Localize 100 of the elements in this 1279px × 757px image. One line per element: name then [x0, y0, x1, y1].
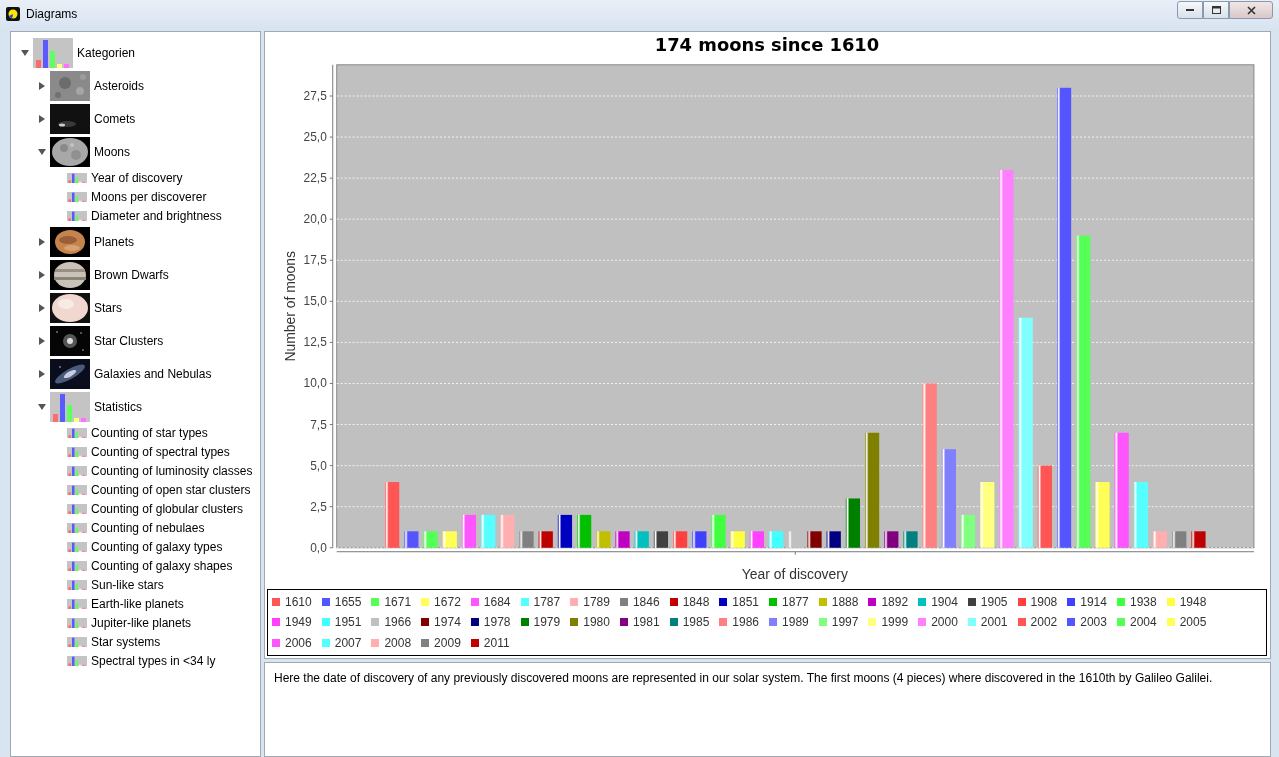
legend-label: 1888	[831, 594, 859, 609]
expand-arrow-icon[interactable]	[38, 81, 46, 90]
tree-item[interactable]: Counting of nebulaes	[91, 520, 205, 535]
tree-item[interactable]: Counting of star types	[91, 425, 208, 440]
tree-item[interactable]: Star systems	[91, 634, 161, 649]
y-tick-label: 22,5	[303, 171, 327, 186]
legend-label: 1949	[285, 615, 312, 630]
tree-item[interactable]: Counting of globular clusters	[91, 501, 244, 516]
tree-item[interactable]: Stars	[94, 300, 122, 315]
tree-item[interactable]: Diameter and brightness	[91, 208, 222, 223]
legend-label: 1986	[732, 615, 760, 630]
legend-label: 1948	[1179, 594, 1207, 609]
bar-chart-icon	[67, 465, 87, 476]
app-icon	[6, 7, 20, 21]
tree-item[interactable]: Earth-like planets	[91, 596, 184, 611]
tree-item[interactable]: Statistics	[94, 399, 142, 414]
bar-chart-icon	[67, 172, 87, 183]
bar	[807, 531, 822, 548]
legend-label: 1997	[831, 615, 859, 630]
tree-item[interactable]: Star Clusters	[94, 333, 164, 348]
legend-label: 2005	[1179, 615, 1207, 630]
collapse-arrow-icon[interactable]	[38, 402, 46, 411]
tree-item[interactable]: Jupiter-like planets	[91, 615, 192, 630]
bar	[481, 514, 496, 548]
bar	[1172, 531, 1187, 548]
legend-label: 1914	[1080, 594, 1107, 609]
bar-chart-icon	[67, 617, 87, 628]
bar-chart-icon	[67, 598, 87, 609]
tree-item[interactable]: Comets	[94, 111, 136, 126]
bar	[961, 514, 976, 548]
y-axis-label: Number of moons	[282, 251, 298, 362]
expand-arrow-icon[interactable]	[38, 336, 46, 345]
tree-item[interactable]: Galaxies and Nebulas	[94, 366, 212, 381]
y-tick-label: 15,0	[303, 294, 327, 309]
bar	[884, 531, 899, 548]
bar-chart-icon	[67, 484, 87, 495]
legend-label: 1846	[632, 594, 660, 609]
legend-label: 1655	[334, 594, 362, 609]
legend-label: 1938	[1129, 594, 1157, 609]
y-tick-label: 5,0	[310, 458, 327, 473]
minimize-button[interactable]	[1177, 1, 1203, 19]
maximize-button[interactable]	[1203, 1, 1229, 19]
tree-item[interactable]: Counting of galaxy types	[91, 539, 223, 554]
bar	[615, 531, 630, 548]
legend-label: 1905	[980, 594, 1008, 609]
tree-item[interactable]: Counting of spectral types	[91, 444, 230, 459]
bar-chart-icon	[67, 541, 87, 552]
bar	[385, 482, 400, 548]
legend-label: 2003	[1080, 615, 1107, 630]
expand-arrow-icon[interactable]	[38, 303, 46, 312]
tree-item[interactable]: Counting of galaxy shapes	[91, 558, 233, 573]
bar	[711, 514, 726, 548]
expand-arrow-icon[interactable]	[38, 237, 46, 246]
tree-item[interactable]: Kategorien	[77, 45, 136, 60]
legend-label: 2002	[1030, 615, 1058, 630]
bar-chart-icon	[67, 427, 87, 438]
bar-chart-icon	[67, 210, 87, 221]
tree-item[interactable]: Sun-like stars	[91, 577, 164, 592]
legend-label: 1989	[782, 615, 809, 630]
tree-item[interactable]: Moons per discoverer	[91, 189, 207, 204]
x-axis-label: Year of discovery	[741, 565, 848, 582]
tree-item[interactable]: Year of discovery	[91, 170, 183, 185]
legend-label: 1610	[285, 594, 312, 609]
legend-label: 2004	[1129, 615, 1157, 630]
legend-label: 2001	[980, 615, 1008, 630]
tree-item[interactable]: Moons	[94, 144, 131, 159]
legend-label: 1904	[931, 594, 958, 609]
legend-label: 1966	[384, 615, 412, 630]
tree-item[interactable]: Counting of open star clusters	[91, 482, 251, 497]
bar-chart-icon	[67, 522, 87, 533]
bar	[577, 514, 592, 548]
y-tick-label: 12,5	[303, 335, 327, 350]
legend-label: 1789	[583, 594, 610, 609]
expand-arrow-icon[interactable]	[38, 270, 46, 279]
legend-label: 1671	[384, 594, 412, 609]
bar	[903, 531, 918, 548]
bar	[1191, 531, 1206, 548]
description-text: Here the date of discovery of any previously discovered moons are represented in our solar system. The first moons (4 pieces) where discovered in the 1610th by Galileo Galilei.	[274, 671, 1214, 686]
tree-item[interactable]: Spectral types in <34 ly	[91, 653, 216, 668]
legend-label: 1985	[682, 615, 710, 630]
bar	[423, 531, 438, 548]
tree-item[interactable]: Counting of luminosity classes	[91, 463, 253, 478]
close-icon	[1246, 5, 1256, 15]
legend-label: 1851	[732, 594, 760, 609]
collapse-arrow-icon[interactable]	[21, 48, 29, 57]
legend-label: 2011	[483, 635, 510, 650]
maximize-icon	[1211, 6, 1221, 14]
bar-chart-icon	[33, 37, 73, 68]
expand-arrow-icon[interactable]	[38, 369, 46, 378]
collapse-arrow-icon[interactable]	[38, 147, 46, 156]
y-tick-label: 25,0	[303, 130, 327, 145]
close-button[interactable]	[1229, 1, 1273, 19]
y-tick-label: 2,5	[310, 499, 327, 514]
bar-chart-icon	[67, 636, 87, 647]
legend-label: 1951	[334, 615, 362, 630]
tree-item[interactable]: Planets	[94, 234, 135, 249]
expand-arrow-icon[interactable]	[38, 114, 46, 123]
tree-item[interactable]: Asteroids	[94, 78, 145, 93]
tree-item[interactable]: Brown Dwarfs	[94, 267, 169, 282]
legend-label: 1981	[632, 615, 660, 630]
